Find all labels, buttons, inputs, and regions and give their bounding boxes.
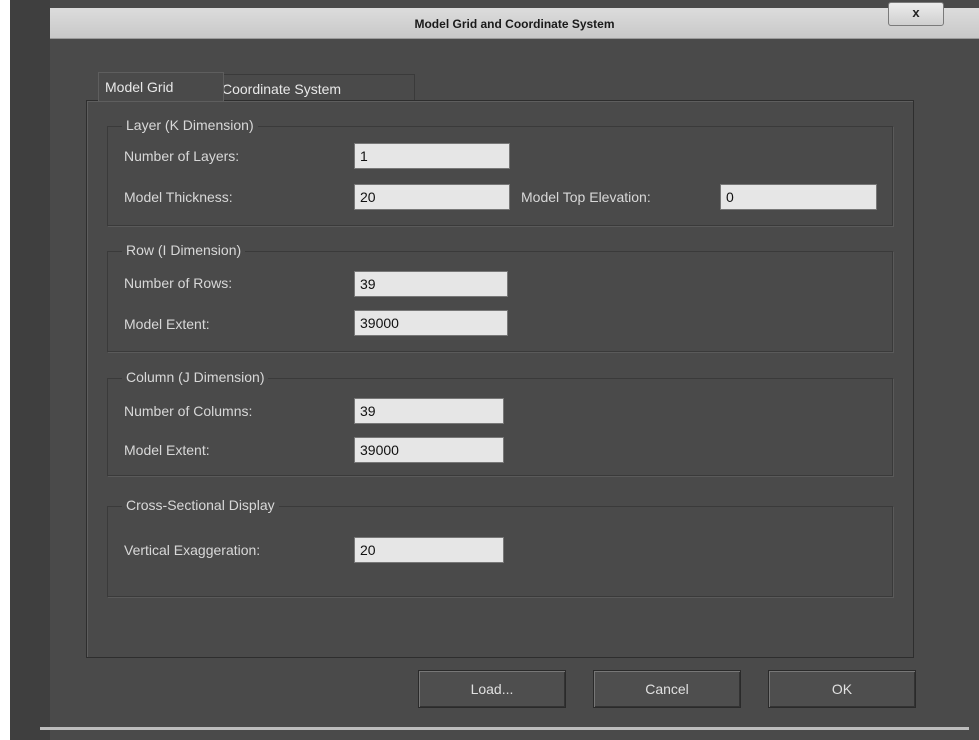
layer-group-title: Layer (K Dimension) <box>122 117 258 133</box>
row-group-title: Row (I Dimension) <box>122 242 246 258</box>
tab-model-grid[interactable]: Model Grid <box>98 72 224 101</box>
window-bottom-edge <box>40 727 969 730</box>
number-of-columns-label: Number of Columns: <box>124 403 253 419</box>
vertical-exaggeration-label: Vertical Exaggeration: <box>124 542 261 558</box>
cancel-button[interactable]: Cancel <box>593 670 741 708</box>
title-bar[interactable]: Model Grid and Coordinate System x <box>50 2 979 39</box>
column-model-extent-input[interactable]: 39000 <box>354 437 504 463</box>
number-of-columns-input[interactable]: 39 <box>354 398 504 424</box>
model-thickness-label: Model Thickness: <box>124 189 233 205</box>
model-thickness-input[interactable]: 20 <box>354 184 510 210</box>
column-model-extent-label: Model Extent: <box>124 442 210 458</box>
row-model-extent-input[interactable]: 39000 <box>354 310 508 336</box>
number-of-rows-label: Number of Rows: <box>124 275 233 291</box>
tab-coordinate-system[interactable]: Coordinate System <box>215 74 415 103</box>
load-button[interactable]: Load... <box>418 670 566 708</box>
close-button[interactable]: x <box>888 2 944 26</box>
number-of-layers-input[interactable]: 1 <box>354 143 510 169</box>
number-of-rows-input[interactable]: 39 <box>354 271 508 297</box>
window-left-edge <box>10 0 50 740</box>
cross-section-group-title: Cross-Sectional Display <box>122 497 279 513</box>
row-model-extent-label: Model Extent: <box>124 316 210 332</box>
model-top-elevation-label: Model Top Elevation: <box>521 189 651 205</box>
number-of-layers-label: Number of Layers: <box>124 148 240 164</box>
ok-button[interactable]: OK <box>768 670 916 708</box>
column-group-title: Column (J Dimension) <box>122 369 269 385</box>
layer-group: Layer (K Dimension) <box>107 117 893 226</box>
row-group: Row (I Dimension) <box>107 242 893 352</box>
vertical-exaggeration-input[interactable]: 20 <box>354 537 504 563</box>
dialog-title: Model Grid and Coordinate System <box>414 17 615 31</box>
model-top-elevation-input[interactable]: 0 <box>720 184 877 210</box>
